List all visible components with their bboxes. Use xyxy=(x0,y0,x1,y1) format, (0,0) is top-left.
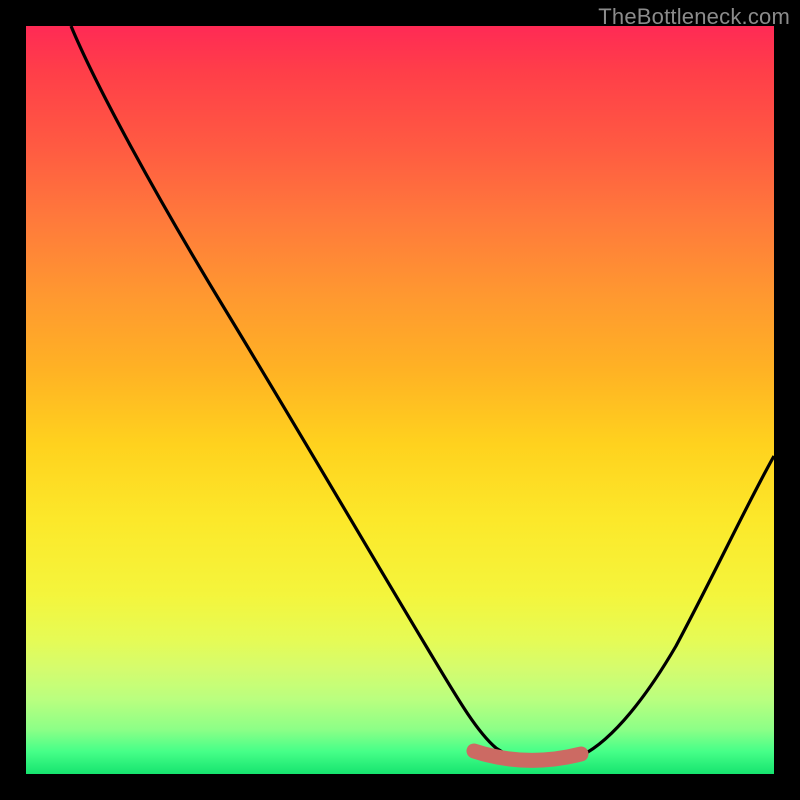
plot-area xyxy=(26,26,774,774)
curve-path xyxy=(71,26,774,762)
watermark-text: TheBottleneck.com xyxy=(598,4,790,30)
chart-frame: TheBottleneck.com xyxy=(0,0,800,800)
optimal-range-marker xyxy=(474,751,581,760)
bottleneck-curve xyxy=(26,26,774,774)
